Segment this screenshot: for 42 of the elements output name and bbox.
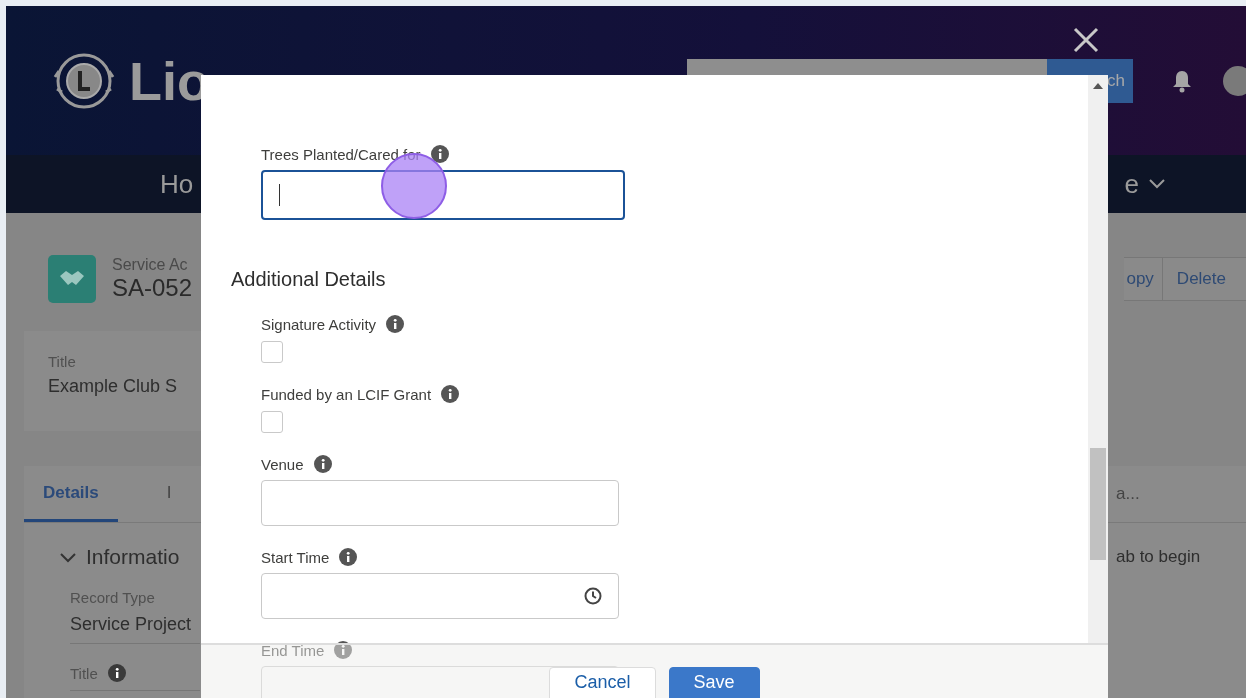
scrollbar-thumb[interactable] — [1090, 448, 1106, 560]
field-label: End Time — [261, 641, 325, 659]
checkbox[interactable] — [261, 411, 283, 433]
scrollbar[interactable] — [1088, 75, 1108, 643]
info-icon[interactable] — [334, 641, 353, 659]
field-label: Funded by an LCIF Grant — [261, 385, 432, 403]
info-icon[interactable] — [107, 664, 126, 682]
field-label: Start Time — [261, 548, 330, 566]
tab[interactable]: I — [147, 466, 191, 522]
tab-label[interactable]: a... — [1116, 466, 1246, 522]
info-icon[interactable] — [313, 455, 332, 473]
handshake-icon — [48, 255, 96, 303]
info-icon[interactable] — [430, 145, 449, 163]
field-label: Title — [48, 353, 77, 370]
save-button[interactable]: Save — [668, 667, 760, 698]
checkbox[interactable] — [261, 341, 283, 363]
info-icon[interactable] — [339, 548, 358, 566]
section-heading: Additional Details — [231, 268, 387, 291]
info-icon[interactable] — [441, 385, 460, 403]
time-field[interactable] — [261, 573, 619, 619]
scroll-up-icon[interactable] — [1093, 83, 1103, 89]
bell-icon[interactable] — [1171, 68, 1193, 93]
nav-menu[interactable]: e — [1124, 168, 1165, 200]
field-label: Title — [70, 664, 98, 682]
record-name: SA-052 — [112, 274, 194, 302]
cancel-button[interactable]: Cancel — [549, 667, 656, 698]
chevron-down-icon — [1149, 179, 1165, 189]
section-toggle[interactable]: Informatio — [60, 545, 200, 569]
action-button[interactable]: opy — [1124, 257, 1162, 301]
field-label: Signature Activity — [261, 315, 377, 333]
field-value: Service Project — [70, 614, 193, 635]
avatar[interactable] — [1223, 65, 1246, 96]
field-label: Venue — [261, 455, 304, 473]
action-button[interactable]: Delete — [1161, 257, 1246, 301]
nav-link[interactable]: Ho — [160, 168, 194, 200]
object-label: Service Ac — [112, 256, 189, 274]
field-value: Example Club S — [48, 376, 179, 397]
hint-text: ab to begin — [1116, 547, 1202, 567]
clock-icon — [584, 587, 602, 605]
tab[interactable]: Details — [24, 466, 118, 522]
field-label: Record Type — [70, 589, 155, 606]
info-icon[interactable] — [386, 315, 405, 333]
